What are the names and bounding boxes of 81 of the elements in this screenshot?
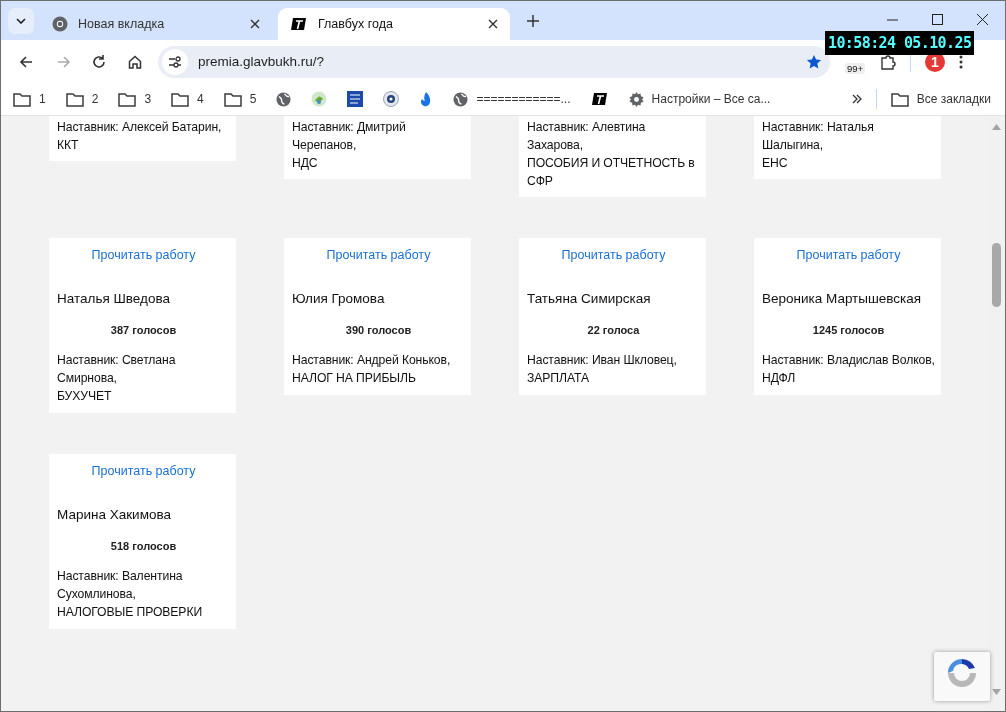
extension-badge[interactable]: 99+	[844, 63, 866, 74]
folder-icon	[118, 91, 137, 107]
topic-text: НДС	[292, 155, 319, 172]
mentor-text: Наставник: Иван Шкловец,	[527, 352, 678, 369]
read-work-link[interactable]: Прочитать работу	[762, 246, 935, 264]
folder-icon	[65, 91, 84, 107]
bookmark-item[interactable]: ============...	[453, 91, 571, 107]
topic-text: БУХУЧЕТ	[57, 388, 113, 405]
folder-icon	[13, 91, 31, 107]
topic-text: НДФЛ	[762, 370, 797, 387]
vote-count: 518 голосов	[109, 539, 178, 554]
folder-icon	[890, 91, 909, 107]
mentor-text: Наставник: Светлана Смирнова,	[57, 352, 177, 387]
extensions-icon[interactable]	[880, 53, 896, 70]
bookmark-item[interactable]: 3	[118, 91, 152, 107]
globe-icon	[453, 91, 469, 107]
chevron-down-icon	[16, 18, 26, 24]
globe-icon	[276, 91, 292, 107]
mentor-text: Наставник: Валентина Сухомлинова,	[57, 568, 184, 603]
bookmark-item[interactable]	[276, 91, 292, 107]
topic-text: НАЛОГ НА ПРИБЫЛЬ	[292, 370, 417, 387]
mentor-text: Наставник: Дмитрий Черепанов,	[292, 119, 407, 154]
more-bookmarks-icon[interactable]	[851, 94, 862, 104]
maximize-icon[interactable]	[932, 14, 943, 25]
close-icon[interactable]	[977, 14, 988, 25]
scroll-thumb[interactable]	[992, 243, 1001, 307]
topic-text: ПОСОБИЯ И ОТЧЕТНОСТЬ в СФР	[527, 155, 696, 190]
vote-count: 1245 голосов	[811, 323, 886, 338]
vote-count: 387 голосов	[109, 323, 178, 338]
participant-name: Наталья Шведова	[57, 290, 171, 308]
vote-count: 390 голосов	[344, 323, 413, 338]
leaf-icon	[311, 91, 328, 107]
read-work-link[interactable]: Прочитать работу	[527, 246, 700, 264]
site-logo-icon	[590, 90, 609, 108]
participant-name: Юлия Громова	[292, 290, 386, 308]
scrollbar[interactable]	[988, 116, 1005, 711]
home-icon[interactable]	[127, 53, 143, 70]
weather-logo-icon	[347, 91, 364, 107]
captcha-badge[interactable]	[934, 652, 990, 701]
site-logo-icon	[290, 15, 308, 33]
bookmark-item[interactable]: 4	[171, 91, 204, 107]
site-settings-icon[interactable]	[162, 48, 188, 75]
read-work-link[interactable]: Прочитать работу	[57, 246, 230, 264]
folder-icon	[171, 91, 190, 107]
mentor-text: Наставник: Наталья Шалыгина,	[762, 119, 875, 154]
participant-name: Вероника Мартышевская	[762, 290, 923, 308]
topic-text: ККТ	[57, 137, 80, 154]
participant-name: Марина Хакимова	[57, 506, 172, 524]
captcha-logo-icon	[946, 657, 978, 689]
bookmark-item[interactable]: 2	[65, 91, 99, 107]
mentor-text: Наставник: Владислав Волков,	[762, 352, 935, 369]
bookmark-item[interactable]: 5	[223, 91, 257, 107]
read-work-link[interactable]: Прочитать работу	[292, 246, 465, 264]
address-bar[interactable]: premia.glavbukh.ru/?	[158, 45, 830, 78]
bookmark-item[interactable]: Настройки – Все са...	[628, 91, 771, 107]
back-icon[interactable]	[19, 53, 35, 70]
menu-icon[interactable]	[959, 54, 963, 69]
all-bookmarks-button[interactable]: Все закладки	[890, 91, 991, 107]
settings-icon	[628, 91, 644, 107]
mentor-text: Наставник: Андрей Коньков,	[292, 352, 452, 369]
bookmark-item[interactable]: 1	[13, 91, 46, 107]
vote-count: 22 голоса	[586, 323, 641, 338]
reload-icon[interactable]	[91, 53, 107, 70]
browser-tab[interactable]: Новая вкладка	[40, 8, 272, 40]
bookmark-star-icon[interactable]	[806, 53, 822, 70]
topic-text: ЗАРПЛАТА	[527, 370, 590, 387]
participant-name: Татьяна Симирская	[527, 290, 652, 308]
browser-tab[interactable]: Главбух года	[278, 8, 510, 40]
seal-icon	[383, 91, 400, 107]
bookmark-item[interactable]	[347, 91, 364, 107]
folder-icon	[223, 91, 242, 107]
browser-logo-icon	[52, 16, 68, 32]
mentor-text: Наставник: Алевтина Захарова,	[527, 119, 647, 154]
bookmark-item[interactable]	[383, 91, 400, 107]
read-work-link[interactable]: Прочитать работу	[57, 462, 230, 480]
bookmark-item[interactable]	[590, 90, 609, 108]
clock-overlay: 10:58:24 05.10.25	[825, 31, 975, 55]
topic-text: НАЛОГОВЫЕ ПРОВЕРКИ	[57, 604, 204, 621]
mentor-text: Наставник: Алексей Батарин,	[57, 119, 223, 136]
topic-text: ЕНС	[762, 155, 789, 172]
tab-search-button[interactable]	[8, 8, 34, 34]
